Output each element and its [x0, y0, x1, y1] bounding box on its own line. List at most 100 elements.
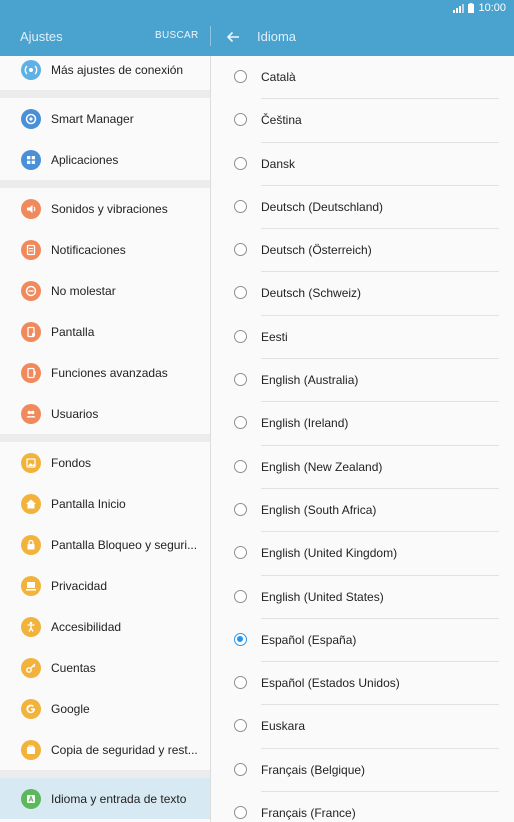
settings-title: Ajustes: [20, 29, 63, 44]
settings-group: Sonidos y vibraciones Notificaciones No mo…: [0, 188, 210, 434]
language-label: English (Ireland): [261, 416, 349, 431]
language-label: English (South Africa): [261, 502, 377, 517]
radio-button[interactable]: [234, 676, 247, 690]
radio-button[interactable]: [234, 156, 247, 170]
radio-button[interactable]: [234, 546, 247, 560]
sidebar-item-advanced-features[interactable]: Funciones avanzadas: [0, 352, 210, 393]
settings-group: Idioma y entrada de texto: [0, 778, 210, 819]
language-option[interactable]: English (South Africa): [211, 489, 514, 533]
sidebar-item-label: Idioma y entrada de texto: [51, 791, 187, 806]
sidebar-item-label: Sonidos y vibraciones: [51, 201, 168, 216]
sidebar-item-privacy[interactable]: Privacidad: [0, 565, 210, 606]
radio-button[interactable]: [234, 459, 247, 473]
radio-button[interactable]: [234, 806, 247, 820]
language-label: Français (France): [261, 806, 356, 821]
language-label: Español (Estados Unidos): [261, 676, 400, 691]
sidebar-item-backup[interactable]: Copia de seguridad y rest...: [0, 729, 210, 770]
sidebar-item-users[interactable]: Usuarios: [0, 393, 210, 434]
radio-button[interactable]: [234, 113, 247, 127]
language-option[interactable]: Deutsch (Deutschland): [211, 186, 514, 230]
display-icon: [21, 321, 41, 342]
language-label: Français (Belgique): [261, 762, 366, 777]
key-icon: [21, 657, 41, 678]
section-separator: [0, 770, 210, 778]
advanced-features-icon: [21, 362, 41, 383]
language-label: Deutsch (Schweiz): [261, 286, 362, 301]
radio-button[interactable]: [234, 286, 247, 300]
language-option[interactable]: Español (Estados Unidos): [211, 662, 514, 706]
clock: 10:00: [478, 2, 506, 14]
radio-button[interactable]: [234, 719, 247, 733]
sidebar-item-google[interactable]: Google: [0, 688, 210, 729]
sidebar-item-more-connections[interactable]: Más ajustes de conexión: [0, 56, 210, 90]
language-label: Català: [261, 70, 296, 84]
language-option[interactable]: Français (France): [211, 792, 514, 822]
sidebar-item-label: Pantalla: [51, 324, 95, 339]
language-option[interactable]: Español (España): [211, 619, 514, 663]
language-label: English (Australia): [261, 373, 359, 388]
notifications-icon: [21, 239, 41, 260]
language-label: Español (España): [261, 632, 357, 647]
sidebar-item-do-not-disturb[interactable]: No molestar: [0, 270, 210, 311]
language-option[interactable]: Eesti: [211, 316, 514, 360]
settings-group: Más ajustes de conexión: [0, 56, 210, 90]
radio-button[interactable]: [234, 243, 247, 257]
sidebar-item-language-input[interactable]: Idioma y entrada de texto: [0, 778, 210, 819]
sidebar-item-sound[interactable]: Sonidos y vibraciones: [0, 188, 210, 229]
status-bar: 10:00: [0, 0, 514, 16]
do-not-disturb-icon: [21, 280, 41, 301]
privacy-icon: [21, 575, 41, 596]
radio-button[interactable]: [234, 632, 247, 646]
language-label: English (United Kingdom): [261, 546, 398, 561]
radio-button[interactable]: [234, 329, 247, 343]
language-option[interactable]: English (Australia): [211, 359, 514, 403]
language-option[interactable]: Français (Belgique): [211, 749, 514, 793]
radio-button[interactable]: [234, 199, 247, 213]
sidebar-item-label: Cuentas: [51, 660, 96, 675]
sidebar-item-label: Notificaciones: [51, 242, 126, 257]
radio-button[interactable]: [234, 373, 247, 387]
header-divider: [210, 26, 211, 46]
language-option[interactable]: English (New Zealand): [211, 446, 514, 489]
language-option[interactable]: Euskara: [211, 705, 514, 749]
language-label: English (United States): [261, 589, 384, 604]
language-option[interactable]: Dansk: [211, 143, 514, 186]
sidebar-item-label: Pantalla Inicio: [51, 496, 126, 511]
signal-icon: [453, 3, 465, 13]
language-option[interactable]: English (United States): [211, 576, 514, 619]
section-separator: [0, 180, 210, 188]
language-option[interactable]: Čeština: [211, 99, 514, 143]
sidebar-item-label: Funciones avanzadas: [51, 365, 168, 380]
language-list[interactable]: Català Čeština Dansk Deutsch (Deutschland) D…: [211, 56, 514, 822]
radio-button[interactable]: [234, 70, 247, 83]
language-label: Dansk: [261, 156, 296, 171]
language-label: Čeština: [261, 113, 302, 128]
sidebar-item-display[interactable]: Pantalla: [0, 311, 210, 352]
sidebar-item-lock[interactable]: Pantalla Bloqueo y seguri...: [0, 524, 210, 565]
smart-manager-icon: [21, 108, 41, 129]
sidebar-item-smart-manager[interactable]: Smart Manager: [0, 98, 210, 139]
back-arrow-icon[interactable]: [224, 28, 242, 46]
language-option[interactable]: English (United Kingdom): [211, 532, 514, 576]
sidebar-item-accessibility[interactable]: Accesibilidad: [0, 606, 210, 647]
lock-icon: [21, 534, 41, 555]
sidebar-item-apps[interactable]: Aplicaciones: [0, 139, 210, 180]
home-icon: [21, 493, 41, 514]
sidebar-item-home[interactable]: Pantalla Inicio: [0, 483, 210, 524]
radio-button[interactable]: [234, 416, 247, 430]
radio-button[interactable]: [234, 589, 247, 603]
language-option[interactable]: Català: [211, 56, 514, 100]
sidebar-item-label: Google: [51, 701, 90, 716]
radio-button[interactable]: [234, 502, 247, 516]
language-option[interactable]: Deutsch (Österreich): [211, 229, 514, 273]
radio-button[interactable]: [234, 762, 247, 776]
language-label: Euskara: [261, 719, 306, 734]
language-label: Eesti: [261, 329, 288, 344]
settings-list[interactable]: Más ajustes de conexión Smart Manager Apli…: [0, 56, 210, 822]
language-option[interactable]: Deutsch (Schweiz): [211, 272, 514, 316]
language-option[interactable]: English (Ireland): [211, 402, 514, 446]
search-button[interactable]: BUSCAR: [155, 30, 198, 41]
sidebar-item-key[interactable]: Cuentas: [0, 647, 210, 688]
sidebar-item-wallpaper[interactable]: Fondos: [0, 442, 210, 483]
sidebar-item-notifications[interactable]: Notificaciones: [0, 229, 210, 270]
